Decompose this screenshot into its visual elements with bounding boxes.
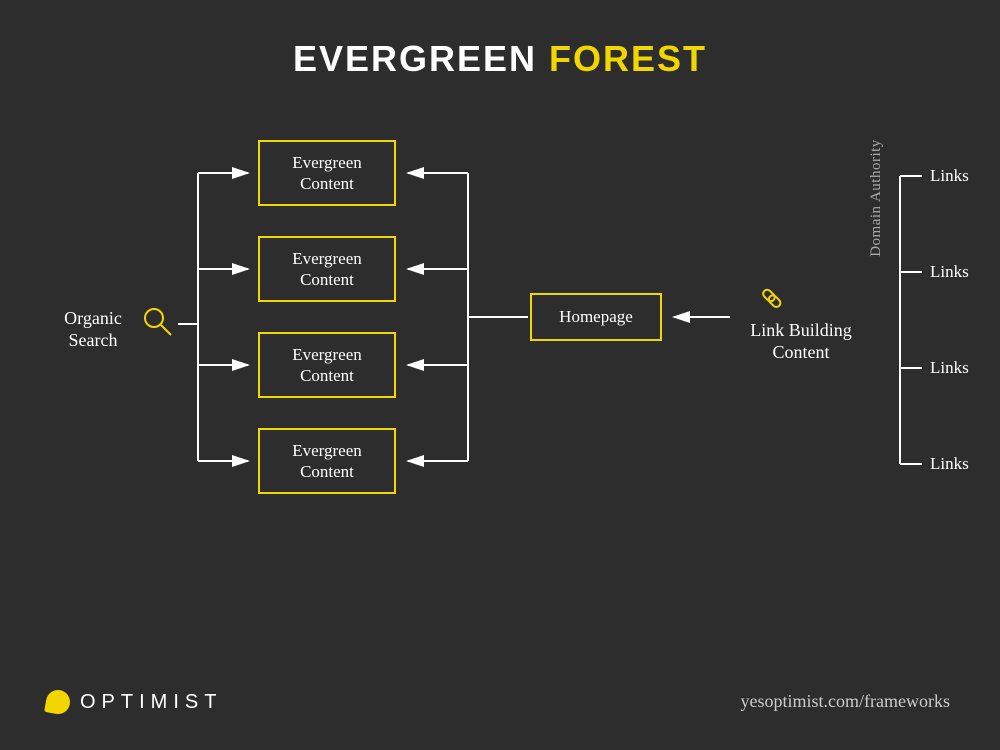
- diagram-title: EVERGREEN FOREST: [0, 38, 1000, 80]
- brand-text: OPTIMIST: [80, 691, 222, 714]
- homepage-box: Homepage: [530, 293, 662, 341]
- evergreen-box-3: Evergreen Content: [258, 332, 396, 398]
- title-word-2: FOREST: [549, 38, 707, 79]
- evergreen-box-3-label: Evergreen Content: [264, 344, 390, 387]
- organic-search-label: Organic Search: [48, 308, 138, 351]
- footer-url: yesoptimist.com/frameworks: [741, 691, 950, 712]
- evergreen-box-2: Evergreen Content: [258, 236, 396, 302]
- link-building-label: Link Building Content: [736, 320, 866, 363]
- evergreen-box-4: Evergreen Content: [258, 428, 396, 494]
- links-label-4: Links: [930, 454, 969, 474]
- evergreen-box-1-label: Evergreen Content: [264, 152, 390, 195]
- evergreen-box-1: Evergreen Content: [258, 140, 396, 206]
- lemon-icon: [44, 688, 72, 716]
- link-icon: [762, 288, 783, 309]
- links-label-3: Links: [930, 358, 969, 378]
- title-word-1: EVERGREEN: [293, 38, 537, 79]
- evergreen-box-2-label: Evergreen Content: [264, 248, 390, 291]
- brand-logo: OPTIMIST: [46, 690, 222, 714]
- links-label-1: Links: [930, 166, 969, 186]
- domain-authority-label: Domain Authority: [868, 128, 885, 268]
- homepage-label: Homepage: [559, 306, 633, 327]
- evergreen-box-4-label: Evergreen Content: [264, 440, 390, 483]
- search-icon: [145, 309, 171, 335]
- diagram-connectors: [0, 0, 1000, 750]
- links-label-2: Links: [930, 262, 969, 282]
